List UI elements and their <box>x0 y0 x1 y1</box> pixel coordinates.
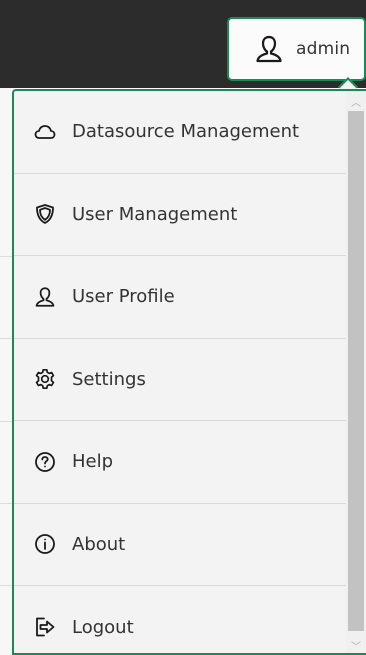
vertical-scrollbar[interactable]: ︿ ﹀ <box>346 91 366 653</box>
menu-item-label: About <box>72 533 126 555</box>
scroll-up-icon[interactable]: ︿ <box>346 91 366 111</box>
menu-item-label: Logout <box>72 616 134 638</box>
cloud-icon <box>34 121 56 143</box>
help-icon <box>34 451 56 473</box>
menu-item-user-profile[interactable]: User Profile <box>14 256 348 339</box>
user-icon <box>34 286 56 308</box>
user-menu-button[interactable]: admin <box>227 17 366 97</box>
menu-item-label: Datasource Management <box>72 121 300 143</box>
menu-item-logout[interactable]: Logout <box>14 586 348 653</box>
logout-icon <box>34 616 56 638</box>
menu-item-about[interactable]: About <box>14 504 348 586</box>
menu-item-user-management[interactable]: User Management <box>14 174 348 256</box>
gear-icon <box>34 368 56 390</box>
menu-item-settings[interactable]: Settings <box>14 339 348 421</box>
user-icon <box>254 34 284 64</box>
menu-item-label: Settings <box>72 368 146 390</box>
menu-item-label: User Management <box>72 203 238 225</box>
menu-item-label: Help <box>72 451 114 473</box>
menu-item-help[interactable]: Help <box>14 421 348 504</box>
menu-list: Datasource Management User Management Us… <box>14 91 348 653</box>
user-dropdown-menu: Datasource Management User Management Us… <box>12 89 366 655</box>
username-label: admin <box>296 39 351 59</box>
scroll-thumb[interactable] <box>348 111 364 631</box>
menu-item-label: User Profile <box>72 286 175 308</box>
scroll-down-icon[interactable]: ﹀ <box>346 635 366 653</box>
info-icon <box>34 533 56 555</box>
menu-item-datasource-management[interactable]: Datasource Management <box>14 91 348 174</box>
shield-icon <box>34 203 56 225</box>
